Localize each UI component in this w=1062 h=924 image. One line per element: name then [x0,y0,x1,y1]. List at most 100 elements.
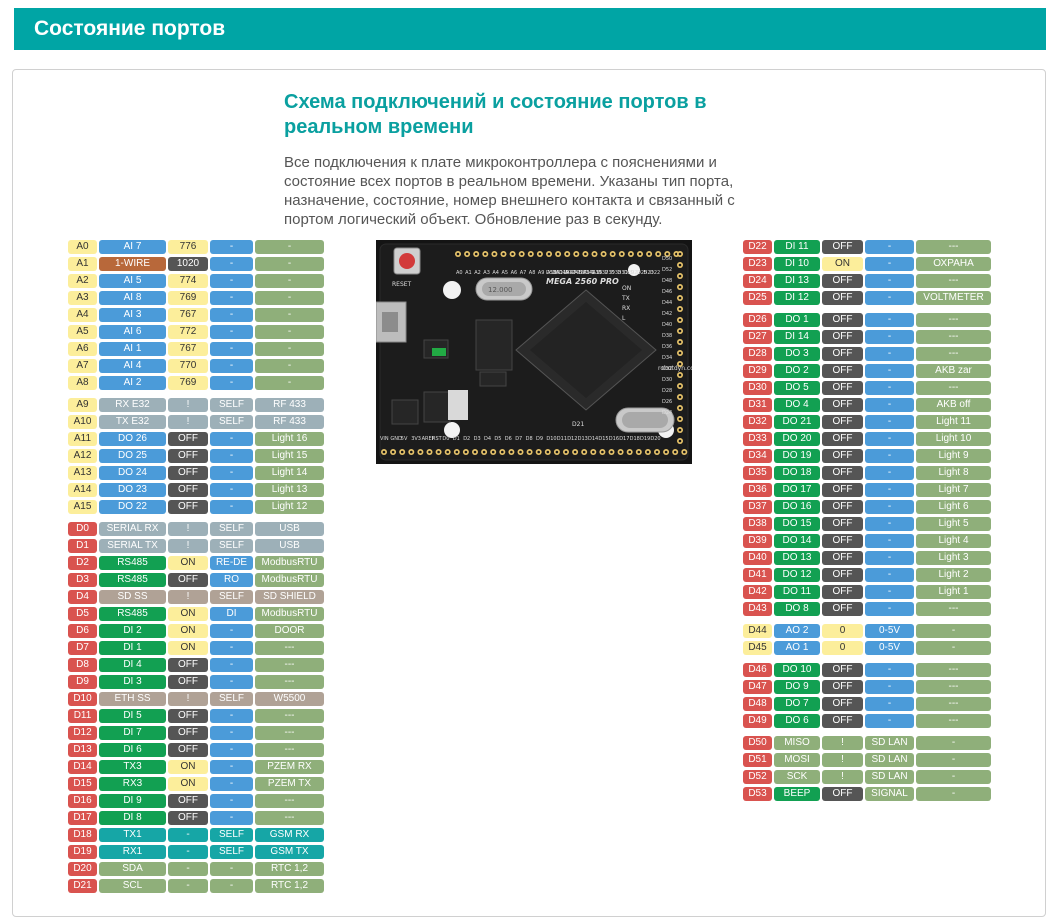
svg-text:D2: D2 [463,436,470,442]
port-object: --- [916,663,991,677]
port-type: RS485 [99,556,166,570]
right-port-row: D28 DO 3 OFF - --- [743,347,1003,361]
port-contact: - [210,794,253,808]
port-id: D48 [743,697,772,711]
port-contact: - [210,811,253,825]
port-contact: - [210,466,253,480]
port-state: OFF [168,483,208,497]
port-state: OFF [822,697,863,711]
left-port-row: D9 DI 3 OFF - --- [68,675,328,689]
port-id: A3 [68,291,97,305]
port-state: - [168,862,208,876]
port-contact: - [210,709,253,723]
port-object: W5500 [255,692,324,706]
svg-text:A7: A7 [520,270,527,276]
port-state: ON [822,257,863,271]
left-port-row: D8 DI 4 OFF - --- [68,658,328,672]
port-id: A11 [68,432,97,446]
port-object: - [916,787,991,801]
port-type: DO 24 [99,466,166,480]
port-state: OFF [168,726,208,740]
left-port-row: A10 TX E32! SELF RF 433 [68,415,328,429]
port-state: OFF [168,675,208,689]
port-object: Light 5 [916,517,991,531]
port-type: DI 6 [99,743,166,757]
port-object: Light 7 [916,483,991,497]
port-contact: - [865,585,914,599]
svg-text:A3: A3 [483,270,490,276]
port-object: --- [255,743,324,757]
port-id: D53 [743,787,772,801]
port-object: ModbusRTU [255,556,324,570]
port-type: RX1 [99,845,166,859]
port-state: OFF [822,364,863,378]
left-port-row: D18 TX1- SELF GSM RX [68,828,328,842]
port-contact: - [210,376,253,390]
port-id: D46 [743,663,772,677]
port-object: - [255,291,324,305]
port-object: - [916,736,991,750]
port-type: SCL [99,879,166,893]
port-contact: 0-5V [865,641,914,655]
right-port-row: D51 MOSI! SD LAN - [743,753,1003,767]
port-id: D37 [743,500,772,514]
svg-text:5V: 5V [401,436,408,442]
port-object: Light 4 [916,534,991,548]
svg-text:A0: A0 [456,270,463,276]
port-object: Light 2 [916,568,991,582]
port-id: D21 [68,879,97,893]
port-type: DO 11 [774,585,820,599]
port-id: D16 [68,794,97,808]
port-state: OFF [822,466,863,480]
port-contact: RE-DE [210,556,253,570]
port-object: Light 1 [916,585,991,599]
port-state: - [168,828,208,842]
port-contact: - [865,714,914,728]
port-state: OFF [822,787,863,801]
right-port-row: D40 DO 13 OFF - Light 3 [743,551,1003,565]
port-type: RS485 [99,607,166,621]
port-type: AI 3 [99,308,166,322]
left-port-row: A4 AI 3 767- - [68,308,328,322]
port-object: PZEM TX [255,777,324,791]
port-state: 0 [822,641,863,655]
svg-text:A5: A5 [502,270,509,276]
port-contact: - [865,381,914,395]
port-object: Light 3 [916,551,991,565]
port-state: ! [168,539,208,553]
port-contact: - [210,483,253,497]
port-state: OFF [822,568,863,582]
port-type: DO 13 [774,551,820,565]
port-type: DO 21 [774,415,820,429]
left-port-row: A12 DO 25 OFF - Light 15 [68,449,328,463]
port-id: A5 [68,325,97,339]
port-object: --- [255,709,324,723]
port-object: Light 15 [255,449,324,463]
page-title: Состояние портов [34,17,226,40]
port-type: DI 14 [774,330,820,344]
left-port-row: D6 DI 2 ON - DOOR [68,624,328,638]
svg-text:3V3: 3V3 [411,436,421,442]
port-type: AI 1 [99,342,166,356]
port-contact: - [210,641,253,655]
left-port-row: D19 RX1- SELF GSM TX [68,845,328,859]
left-port-row: A6 AI 1 767- - [68,342,328,356]
port-contact: - [865,240,914,254]
port-object: AKB off [916,398,991,412]
port-state: ON [168,607,208,621]
port-state: ! [168,692,208,706]
port-contact: - [865,663,914,677]
svg-text:D30: D30 [662,377,672,383]
svg-text:A2: A2 [474,270,481,276]
svg-text:D10: D10 [546,436,556,442]
left-port-row: A5 AI 6 772- - [68,325,328,339]
port-id: D31 [743,398,772,412]
port-id: D39 [743,534,772,548]
left-port-row: A0 AI 7 776- - [68,240,328,254]
port-contact: - [210,449,253,463]
port-object: - [255,376,324,390]
port-state: ON [168,556,208,570]
left-port-row: A13 DO 24 OFF - Light 14 [68,466,328,480]
svg-text:D20: D20 [650,436,660,442]
svg-text:D40: D40 [662,322,672,328]
